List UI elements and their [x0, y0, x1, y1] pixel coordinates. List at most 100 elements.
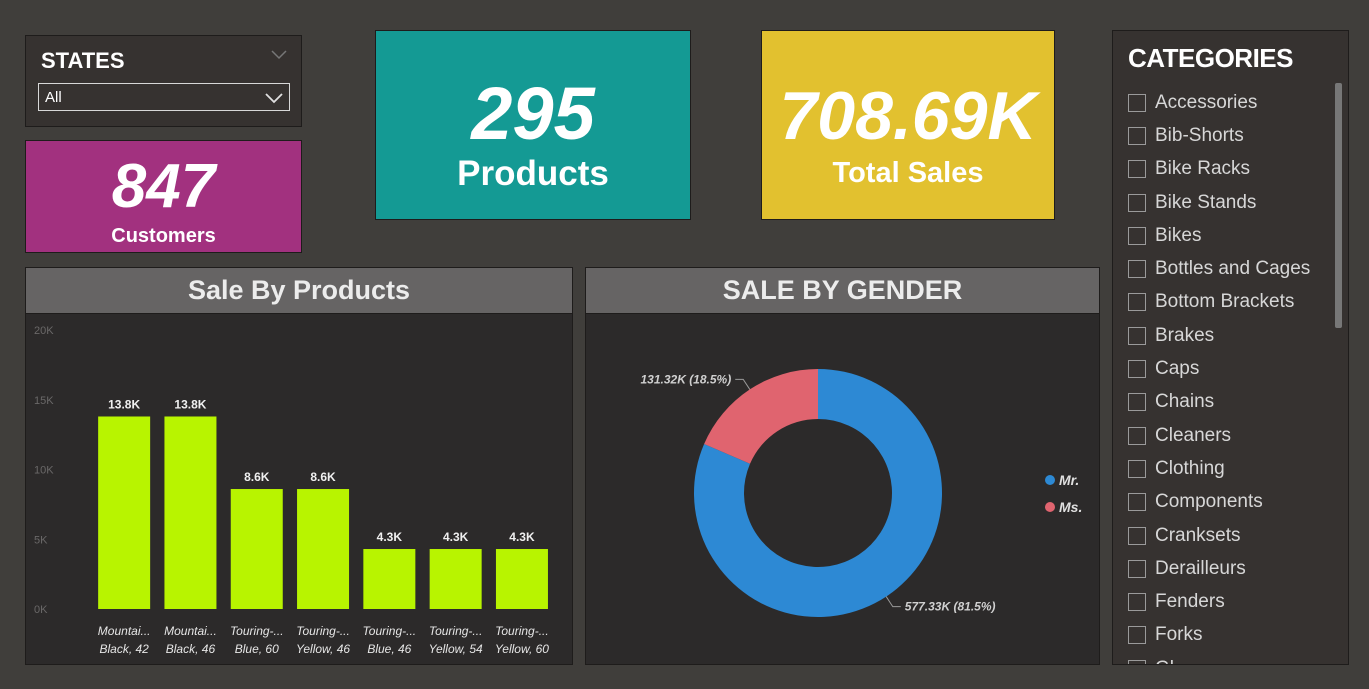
category-label: Forks — [1155, 624, 1203, 646]
x-tick-label: Yellow, 46 — [296, 642, 350, 656]
legend-label[interactable]: Ms. — [1059, 499, 1082, 515]
checkbox[interactable] — [1128, 593, 1146, 612]
bar[interactable] — [495, 549, 548, 609]
states-dropdown[interactable]: All — [38, 83, 290, 111]
category-label: Brakes — [1155, 324, 1215, 346]
data-label: 577.33K (81.5%) — [905, 600, 996, 614]
legend-marker — [1045, 475, 1055, 485]
categories-scrollbar[interactable] — [1335, 83, 1342, 328]
customers-value: 847 — [111, 152, 216, 221]
checkbox[interactable] — [1128, 93, 1146, 112]
category-item[interactable]: Bottles and Cages — [1128, 252, 1333, 285]
category-item[interactable]: Bike Stands — [1128, 186, 1333, 219]
category-item[interactable]: Caps — [1128, 352, 1333, 385]
checkbox[interactable] — [1128, 260, 1146, 279]
category-label: Caps — [1155, 358, 1200, 380]
category-label: Cleaners — [1155, 424, 1232, 446]
sale-by-products-chart: 0K 5K 10K 15K 20K 13.8K Mountai... Black, 42 13.… — [25, 267, 573, 665]
category-item[interactable]: Cranksets — [1128, 519, 1333, 552]
y-tick-label: 20K — [34, 325, 54, 337]
bar[interactable] — [297, 489, 350, 609]
products-label: Products — [457, 154, 609, 193]
legend-marker — [1045, 502, 1055, 512]
checkbox[interactable] — [1128, 393, 1146, 412]
category-item[interactable]: Bottom Brackets — [1128, 286, 1333, 319]
customers-label: Customers — [111, 225, 216, 247]
bar[interactable] — [429, 549, 482, 609]
y-tick-label: 5K — [34, 534, 48, 546]
category-label: Chains — [1155, 391, 1215, 413]
total-sales-value: 708.69K — [779, 78, 1037, 154]
leader-line — [885, 596, 901, 608]
x-tick-label: Yellow, 60 — [495, 642, 549, 656]
checkbox[interactable] — [1128, 193, 1146, 212]
bar[interactable] — [230, 489, 283, 609]
checkbox[interactable] — [1128, 493, 1146, 512]
category-item[interactable]: Fenders — [1128, 585, 1333, 618]
category-label: Components — [1155, 491, 1263, 513]
bar-chart-canvas: 0K 5K 10K 15K 20K 13.8K Mountai... Black, 42 13.… — [34, 325, 549, 656]
checkbox[interactable] — [1128, 126, 1146, 145]
y-tick-label: 10K — [34, 465, 54, 477]
category-item[interactable]: Chains — [1128, 386, 1333, 419]
category-item[interactable]: Bib-Shorts — [1128, 119, 1333, 152]
data-label: 8.6K — [310, 470, 336, 484]
categories-list: Accessories Bib-Shorts Bike Racks Bike Stan… — [1128, 86, 1333, 664]
data-label: 4.3K — [443, 530, 469, 544]
category-item[interactable]: Derailleurs — [1128, 552, 1333, 585]
category-item[interactable]: Cleaners — [1128, 419, 1333, 452]
category-item[interactable]: Gl... — [1128, 652, 1333, 664]
bar[interactable] — [98, 416, 151, 609]
states-slicer: STATES All — [25, 35, 302, 127]
bar[interactable] — [363, 549, 416, 609]
y-tick-label: 15K — [34, 395, 54, 407]
x-tick-label: Touring-... — [495, 624, 549, 638]
category-item[interactable]: Brakes — [1128, 319, 1333, 352]
donut-chart-canvas: 577.33K (81.5%) 131.32K (18.5%) Mr. Ms. — [640, 369, 1082, 617]
chevron-down-icon[interactable] — [271, 50, 287, 60]
checkbox[interactable] — [1128, 559, 1146, 578]
checkbox[interactable] — [1128, 160, 1146, 179]
category-label: Bikes — [1155, 224, 1202, 246]
checkbox[interactable] — [1128, 426, 1146, 445]
checkbox[interactable] — [1128, 526, 1146, 545]
category-item[interactable]: Bikes — [1128, 219, 1333, 252]
category-label: Bottles and Cages — [1155, 258, 1311, 280]
data-label: 4.3K — [509, 530, 535, 544]
legend-label[interactable]: Mr. — [1059, 472, 1079, 488]
x-tick-label: Touring-... — [429, 624, 483, 638]
category-label: Fenders — [1155, 591, 1225, 613]
bar[interactable] — [164, 416, 217, 609]
categories-slicer: CATEGORIES Accessories Bib-Shorts Bike Rac… — [1112, 30, 1349, 665]
category-label: Bottom Brackets — [1155, 291, 1295, 313]
x-tick-label: Black, 46 — [166, 642, 216, 656]
category-item[interactable]: Forks — [1128, 619, 1333, 652]
data-label: 13.8K — [108, 397, 140, 411]
category-item[interactable]: Bike Racks — [1128, 153, 1333, 186]
checkbox[interactable] — [1128, 659, 1146, 664]
category-item[interactable]: Clothing — [1128, 452, 1333, 485]
dropdown-chevron-icon — [265, 93, 283, 104]
x-tick-label: Touring-... — [230, 624, 284, 638]
category-label: Cranksets — [1155, 524, 1241, 546]
checkbox[interactable] — [1128, 226, 1146, 245]
x-tick-label: Mountai... — [164, 624, 217, 638]
checkbox[interactable] — [1128, 626, 1146, 645]
category-label: Clothing — [1155, 457, 1225, 479]
checkbox[interactable] — [1128, 293, 1146, 312]
data-label: 131.32K (18.5%) — [640, 372, 731, 386]
category-label: Bike Stands — [1155, 191, 1257, 213]
category-item[interactable]: Accessories — [1128, 86, 1333, 119]
x-tick-label: Blue, 60 — [235, 642, 279, 656]
x-tick-label: Touring-... — [363, 624, 417, 638]
category-label: Bike Racks — [1155, 158, 1251, 180]
sale-by-products-title: Sale By Products — [26, 268, 572, 314]
states-title: STATES — [41, 48, 125, 73]
checkbox[interactable] — [1128, 360, 1146, 379]
checkbox[interactable] — [1128, 326, 1146, 345]
x-tick-label: Black, 42 — [99, 642, 149, 656]
sale-by-gender-chart: 577.33K (81.5%) 131.32K (18.5%) Mr. Ms. SAL… — [585, 267, 1100, 665]
category-item[interactable]: Components — [1128, 486, 1333, 519]
checkbox[interactable] — [1128, 459, 1146, 478]
x-tick-label: Blue, 46 — [367, 642, 411, 656]
